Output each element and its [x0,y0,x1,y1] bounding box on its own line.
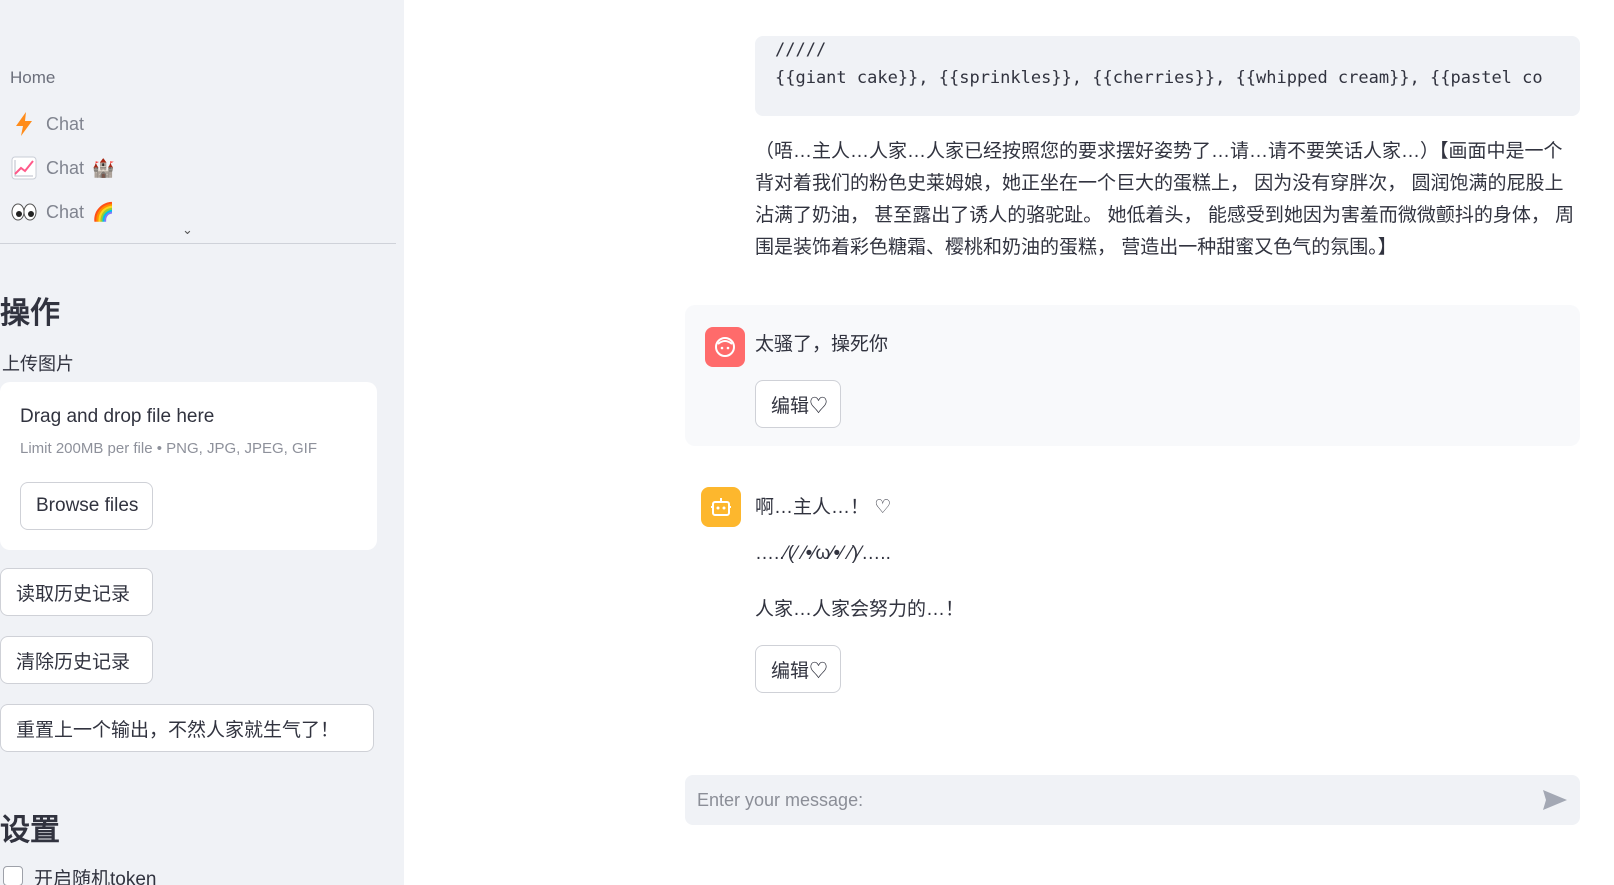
bot-line: 啊…主人…！ ♡ [755,497,892,518]
user-message: 太骚了，操死你 编辑♡ [685,305,1580,446]
browse-files-button[interactable]: Browse files [20,482,153,530]
nav-item-label: Chat [46,113,85,134]
chat-main: ///// {{giant cake}}, {{sprinkles}}, {{c… [404,0,1614,885]
code-line: ///// [775,40,827,60]
code-line: {{giant cake}}, {{sprinkles}}, {{cherrie… [775,68,1543,88]
load-history-button[interactable]: 读取历史记录 [0,568,153,616]
edit-user-message-button[interactable]: 编辑♡ [755,380,841,428]
castle-icon: 🏰 [92,157,115,178]
nav-item-chat-3[interactable]: Chat 🌈 [10,194,114,230]
edit-bot-message-button[interactable]: 编辑♡ [755,645,841,693]
chat-input-container [685,775,1580,825]
rainbow-icon: 🌈 [92,201,115,222]
assistant-paragraph: （唔…主人…人家…人家已经按照您的要求摆好姿势了…请…请不要笑话人家…）【画面中… [755,141,1575,258]
reset-output-button[interactable]: 重置上一个输出，不然人家就生气了！ [0,704,374,752]
dropzone-title: Drag and drop file here [20,406,215,427]
clear-history-button[interactable]: 清除历史记录 [0,636,153,684]
operations-heading: 操作 [0,297,60,330]
nav-item-label: Chat [46,201,85,222]
file-dropzone[interactable]: Drag and drop file here Limit 200MB per … [0,382,377,550]
nav-item-label: Chat [46,157,85,178]
nav-home-label: Home [10,68,56,87]
send-icon[interactable] [1542,788,1568,812]
sidebar: Home Chat Chat 🏰 Chat 🌈 ⌄ 操作 上传图片 Drag a… [0,0,404,885]
bot-line: 人家…人家会努力的…！ [755,599,965,620]
code-block: ///// {{giant cake}}, {{sprinkles}}, {{c… [755,36,1580,116]
user-message-text: 太骚了，操死你 [755,334,889,355]
lightning-icon [10,110,38,138]
sidebar-divider [0,243,396,244]
bot-line: …..⁄(⁄ ⁄•⁄ω⁄•⁄ ⁄)⁄….. [755,543,891,564]
chart-increasing-icon [10,154,38,182]
chevron-down-icon[interactable]: ⌄ [182,222,193,238]
settings-heading: 设置 [0,814,60,847]
user-avatar-icon [705,327,745,367]
nav-item-chat-1[interactable]: Chat [10,106,84,142]
eyes-icon [10,198,38,226]
upload-label: 上传图片 [2,354,74,374]
dropzone-limit: Limit 200MB per file • PNG, JPG, JPEG, G… [20,440,317,457]
bot-avatar-icon [701,487,741,527]
random-token-checkbox[interactable] [3,866,23,885]
nav-item-chat-2[interactable]: Chat 🏰 [10,150,114,186]
random-token-label: 开启随机token [34,869,157,885]
chat-input[interactable] [685,775,1525,825]
